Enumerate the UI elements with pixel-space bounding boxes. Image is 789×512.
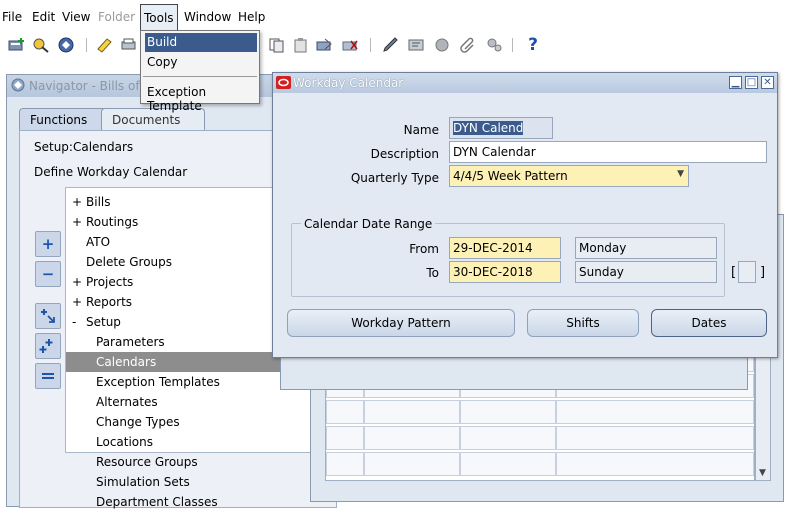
expand-all-button[interactable] xyxy=(35,333,61,359)
zoom-icon[interactable] xyxy=(408,36,426,54)
collapse-all-icon xyxy=(42,373,54,379)
calendar-date-range-group xyxy=(291,223,725,297)
quarterly-type-select[interactable]: 4/4/5 Week Pattern ▼ xyxy=(449,165,689,187)
collapse-all-button[interactable] xyxy=(35,363,61,389)
to-day-field: Sunday xyxy=(575,261,717,283)
menu-separator xyxy=(143,76,257,77)
help-icon[interactable]: ? xyxy=(524,35,542,55)
new-record-icon[interactable] xyxy=(8,36,26,54)
grid-cell[interactable] xyxy=(326,426,364,450)
descriptive-flexfield-bracket-close: ] xyxy=(760,265,766,280)
grid-cell[interactable] xyxy=(326,452,364,476)
grid-cell[interactable] xyxy=(460,452,556,476)
description-field[interactable]: DYN Calendar xyxy=(449,141,767,163)
navigator-icon xyxy=(11,78,25,95)
toolbar-separator xyxy=(86,38,87,52)
translations-icon[interactable] xyxy=(434,36,452,54)
maximize-icon[interactable]: □ xyxy=(745,76,758,89)
minus-icon: − xyxy=(41,265,55,283)
workday-calendar-window: Workday Calendar ▁ □ ✕ Name DYN Calend D… xyxy=(272,72,778,358)
chevron-down-icon[interactable]: ▼ xyxy=(677,169,684,179)
name-field[interactable]: DYN Calend xyxy=(449,117,553,139)
scroll-down-icon[interactable]: ▼ xyxy=(759,468,766,478)
tree-item-resource-groups[interactable]: Resource Groups xyxy=(66,452,324,472)
tree-item-locations[interactable]: Locations xyxy=(66,432,324,452)
menu-file[interactable]: File xyxy=(2,10,22,24)
oracle-logo-icon xyxy=(276,76,291,92)
grid-cell[interactable] xyxy=(364,426,460,450)
dates-button[interactable]: Dates xyxy=(651,309,767,337)
descriptive-flexfield-bracket-open: [ xyxy=(731,265,737,280)
plus-icon: + xyxy=(41,235,55,253)
folder-tools-icon[interactable] xyxy=(486,36,504,54)
workday-calendar-title: Workday Calendar xyxy=(293,76,404,90)
expand-all-icon xyxy=(39,339,53,353)
grid-cell[interactable] xyxy=(556,400,754,424)
find-icon[interactable] xyxy=(32,36,50,54)
quarterly-type-value: 4/4/5 Week Pattern xyxy=(453,169,568,183)
grid-cell[interactable] xyxy=(556,452,754,476)
calendar-date-range-title: Calendar Date Range xyxy=(301,217,436,231)
tree-item-simulation-sets[interactable]: Simulation Sets xyxy=(66,472,324,492)
navigator-icon[interactable] xyxy=(58,36,76,54)
to-label: To xyxy=(426,266,439,280)
edit-field-icon[interactable] xyxy=(382,36,400,54)
grid-cell[interactable] xyxy=(460,426,556,450)
navigator-title: Navigator - Bills of M xyxy=(29,79,154,93)
grid-cell[interactable] xyxy=(364,452,460,476)
quarterly-type-label: Quarterly Type xyxy=(350,171,439,185)
grid-cell[interactable] xyxy=(326,400,364,424)
descriptive-flexfield[interactable] xyxy=(738,261,756,283)
tree-item-change-types[interactable]: Change Types xyxy=(66,412,324,432)
toolbar-separator xyxy=(370,38,371,52)
minimize-icon[interactable]: ▁ xyxy=(729,76,742,89)
paste-icon[interactable] xyxy=(292,36,310,54)
description-label: Description xyxy=(370,147,439,161)
from-date-field[interactable]: 29-DEC-2014 xyxy=(449,237,561,259)
grid-scrollbar[interactable]: ▼ xyxy=(755,343,771,481)
workday-calendar-titlebar[interactable]: Workday Calendar ▁ □ ✕ xyxy=(273,73,777,93)
menu-item-exception-template[interactable]: Exception Template xyxy=(145,83,257,113)
menu-item-build[interactable]: Build xyxy=(145,33,257,52)
from-label: From xyxy=(409,242,439,256)
navigator-breadcrumb: Setup:Calendars xyxy=(34,140,134,154)
tree-item-alternates[interactable]: Alternates xyxy=(66,392,324,412)
navigator-function-description: Define Workday Calendar xyxy=(34,165,188,179)
grid-cell[interactable] xyxy=(556,426,754,450)
copy-icon[interactable] xyxy=(268,36,286,54)
toolbar: ? xyxy=(0,34,789,56)
menu-item-copy[interactable]: Copy xyxy=(145,53,257,72)
to-date-field[interactable]: 30-DEC-2018 xyxy=(449,261,561,283)
toolbar-separator xyxy=(512,38,513,52)
collapse-button[interactable]: − xyxy=(35,261,61,287)
expand-button[interactable]: + xyxy=(35,231,61,257)
from-day-field: Monday xyxy=(575,237,717,259)
menu-edit[interactable]: Edit xyxy=(32,10,55,24)
delete-record-icon[interactable] xyxy=(342,36,360,54)
menu-folder[interactable]: Folder xyxy=(98,10,135,24)
menu-view[interactable]: View xyxy=(62,10,90,24)
print-icon[interactable] xyxy=(120,36,138,54)
menu-window[interactable]: Window xyxy=(184,10,231,24)
grid-cell[interactable] xyxy=(364,400,460,424)
attachments-icon[interactable] xyxy=(460,36,478,54)
workday-pattern-button[interactable]: Workday Pattern xyxy=(287,309,515,337)
name-label: Name xyxy=(403,123,439,137)
menu-help[interactable]: Help xyxy=(238,10,265,24)
close-icon[interactable]: ✕ xyxy=(761,76,774,89)
shifts-button[interactable]: Shifts xyxy=(527,309,639,337)
tree-item-department-classes[interactable]: Department Classes xyxy=(66,492,324,512)
clear-record-icon[interactable] xyxy=(316,36,334,54)
expand-branch-button[interactable] xyxy=(35,303,61,329)
expand-branch-icon xyxy=(41,309,55,323)
grid-cell[interactable] xyxy=(460,400,556,424)
save-icon[interactable] xyxy=(96,36,114,54)
tools-menu-dropdown: Build Copy Exception Template xyxy=(140,30,260,113)
menu-bar: File Edit View Folder Tools Window Help xyxy=(0,0,789,38)
